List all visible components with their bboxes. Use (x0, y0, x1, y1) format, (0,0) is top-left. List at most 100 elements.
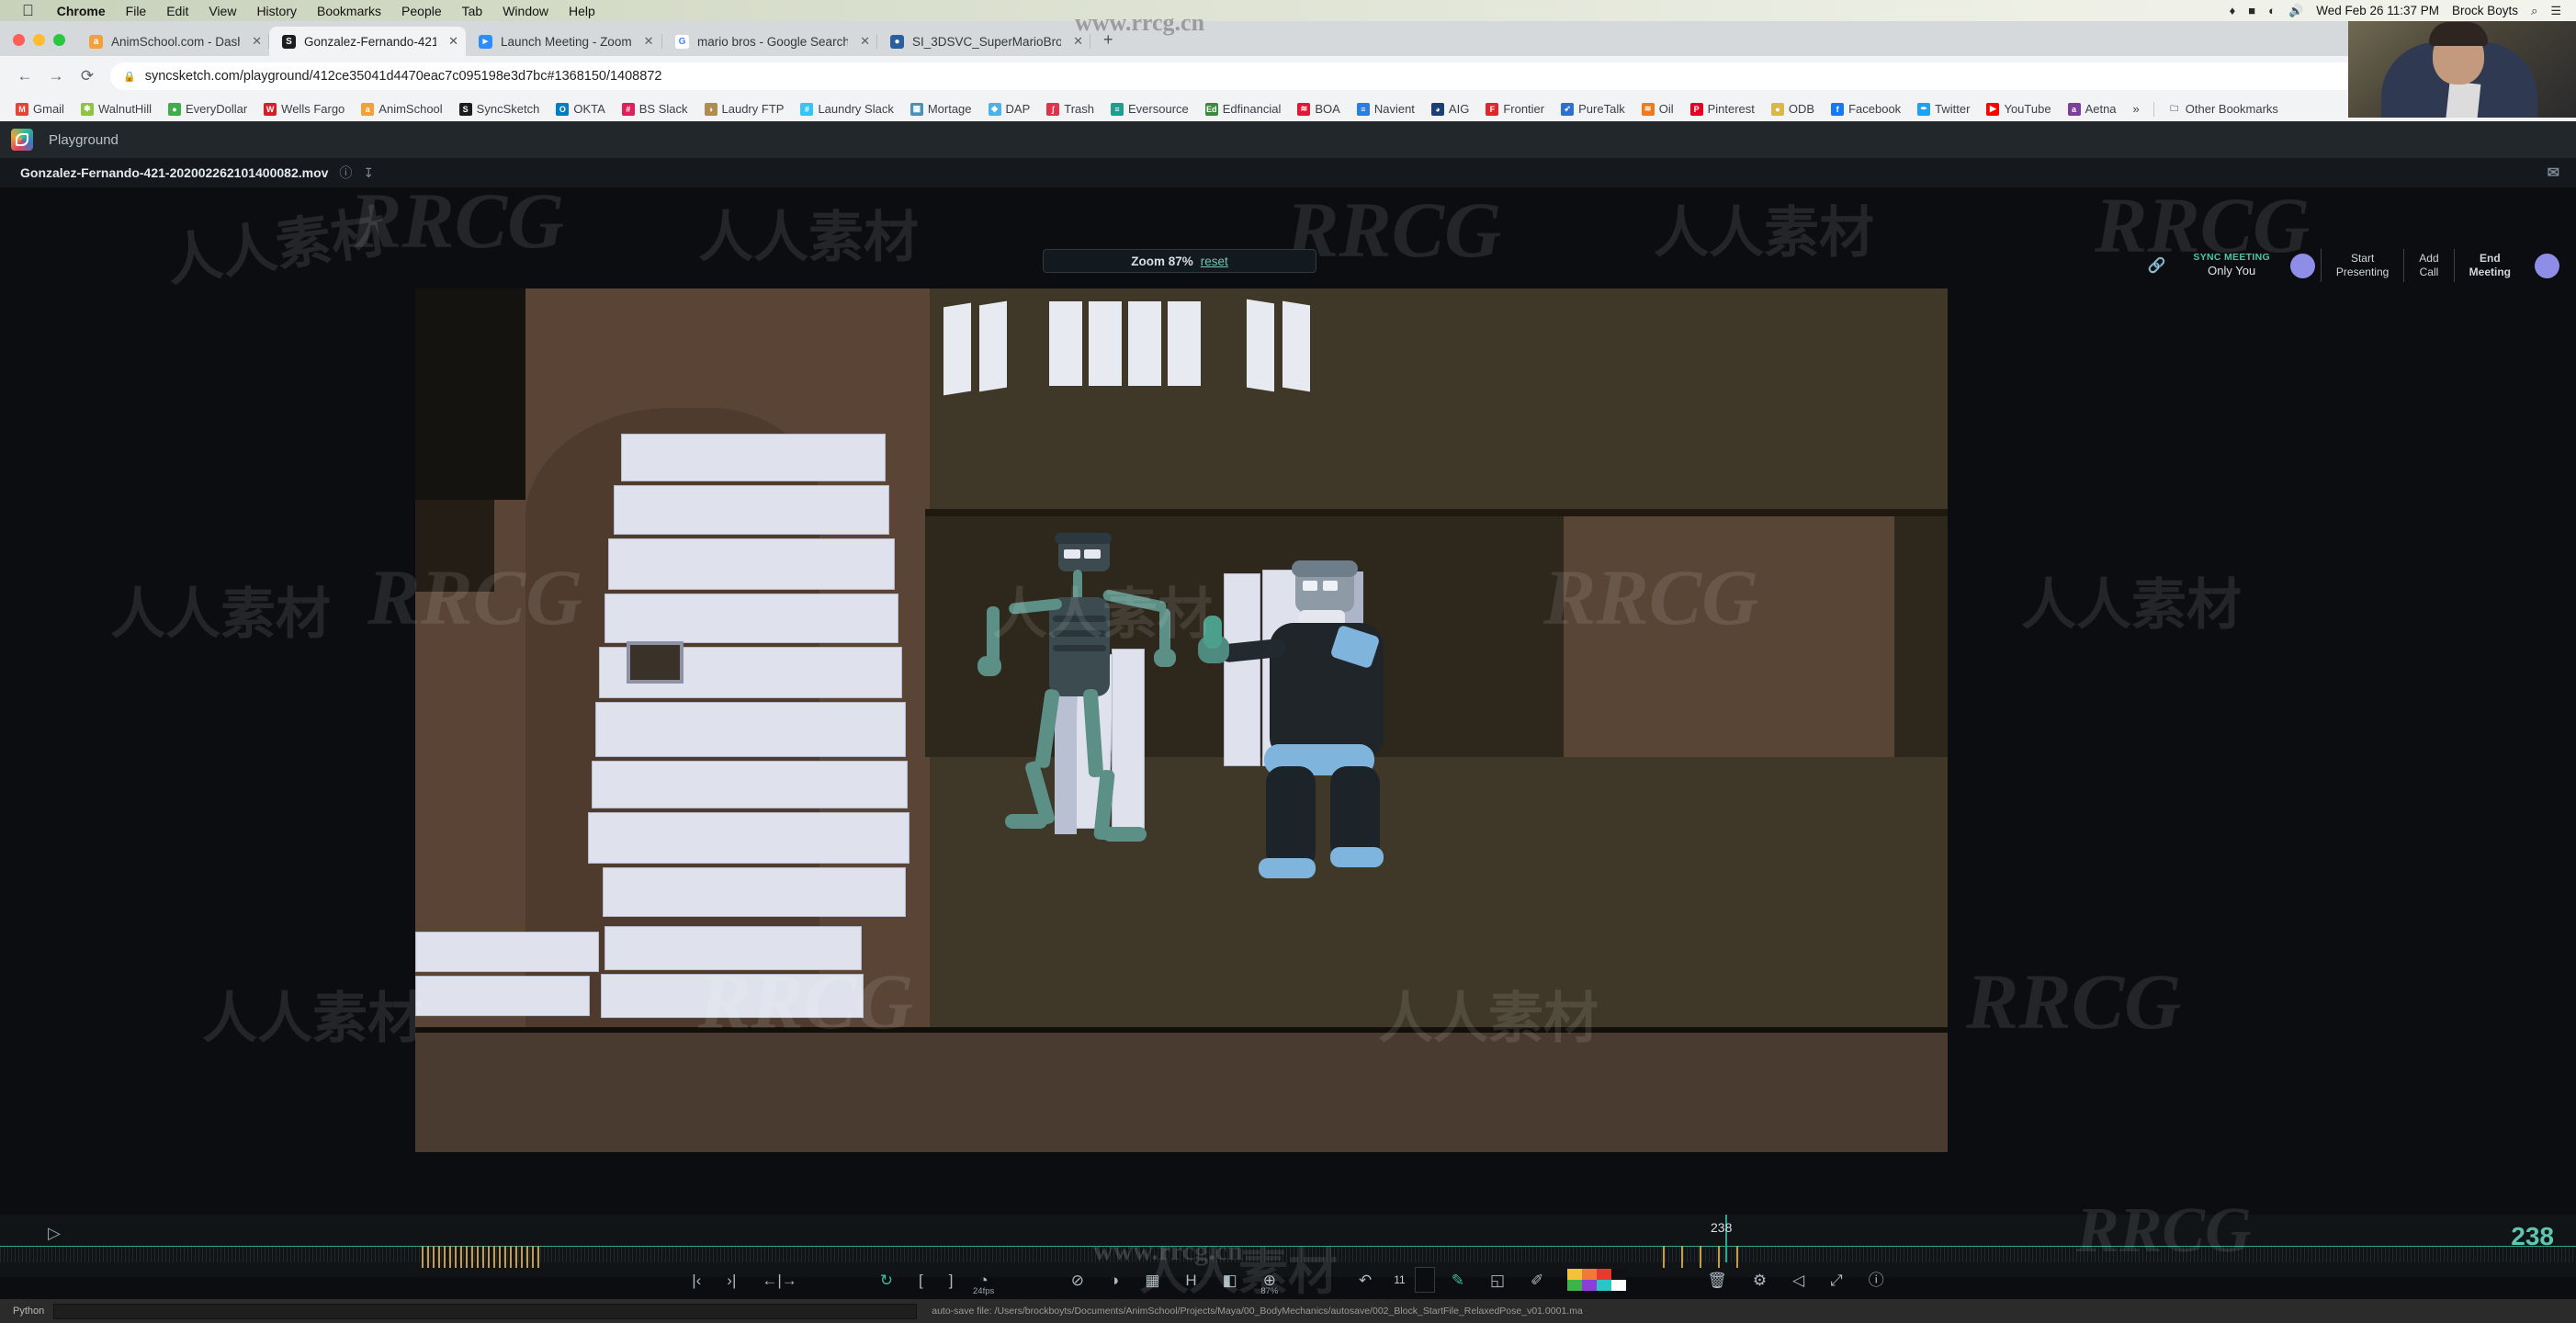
grid-overlay-button[interactable]: ▦ (1132, 1272, 1172, 1288)
end-meeting-button[interactable]: End Meeting (2453, 249, 2525, 282)
maya-command-input[interactable] (53, 1303, 918, 1319)
fit-range-button[interactable]: ←|→ (749, 1272, 809, 1288)
bookmark-everydollar[interactable]: ● EveryDollar (160, 102, 255, 116)
fullscreen-button[interactable]: ⤢ (1817, 1272, 1856, 1288)
bookmark-animschool[interactable]: a AnimSchool (353, 102, 450, 116)
download-icon[interactable]: ↧ (363, 165, 374, 181)
bookmark-laundry-slack[interactable]: # Laundry Slack (792, 102, 901, 116)
bookmark-gmail[interactable]: M Gmail (7, 102, 73, 116)
bookmark-laudry-ftp[interactable]: ◑ Laudry FTP (696, 102, 793, 116)
close-tab-icon[interactable]: ✕ (448, 34, 458, 49)
tab-animschool-dashboard[interactable]: a AnimSchool.com - Dashboard ✕ (76, 27, 269, 56)
close-tab-icon[interactable]: ✕ (1073, 34, 1083, 49)
user-avatar[interactable] (2535, 253, 2559, 278)
bookmark-eversource[interactable]: ≡ Eversource (1102, 102, 1197, 116)
go-to-end-button[interactable]: ›| (714, 1272, 749, 1288)
bookmark-wells-fargo[interactable]: W Wells Fargo (255, 102, 353, 116)
maximize-window-button[interactable] (53, 34, 65, 46)
info-icon[interactable]: ⓘ (339, 164, 352, 182)
zoom-reset-link[interactable]: reset (1201, 254, 1228, 268)
bookmark-walnuthill[interactable]: ✱ WalnutHill (73, 102, 160, 116)
add-call-button[interactable]: Add Call (2403, 249, 2453, 282)
go-to-start-button[interactable]: |‹ (679, 1272, 714, 1288)
menu-history[interactable]: History (246, 4, 307, 18)
forward-button[interactable]: → (40, 61, 72, 92)
bookmark-edfinancial[interactable]: Ed Edfinancial (1197, 102, 1290, 116)
menu-window[interactable]: Window (492, 4, 559, 18)
bookmark-trash[interactable]: ʃ Trash (1038, 102, 1102, 116)
color-swatch[interactable] (1567, 1269, 1583, 1280)
bookmark-twitter[interactable]: ✒ Twitter (1909, 102, 1978, 116)
bookmark-okta[interactable]: O OKTA (548, 102, 613, 116)
pen-tool[interactable]: ✎ (1439, 1272, 1477, 1288)
color-swatch[interactable] (1582, 1269, 1598, 1280)
syncsketch-logo-icon[interactable] (11, 129, 33, 151)
participant-avatar[interactable] (2289, 253, 2315, 278)
workspace-name[interactable]: Playground (49, 132, 119, 148)
color-swatch[interactable] (1597, 1280, 1612, 1291)
control-center-icon[interactable]: ☰ (2550, 4, 2561, 18)
close-tab-icon[interactable]: ✕ (644, 34, 654, 49)
play-icon[interactable]: ▷ (48, 1224, 61, 1243)
flip-button[interactable]: ◧ (1210, 1272, 1250, 1288)
hide-annotations-button[interactable]: ⊘ (1058, 1272, 1097, 1288)
new-tab-button[interactable]: + (1090, 30, 1126, 56)
color-swatch[interactable] (1582, 1280, 1598, 1291)
color-swatch[interactable] (1611, 1280, 1627, 1291)
wifi-icon[interactable]: ◐ (2268, 4, 2276, 17)
range-in-button[interactable]: [ (906, 1272, 936, 1288)
zoom-level-button[interactable]: ⊕ 87% (1250, 1272, 1289, 1296)
menu-edit[interactable]: Edit (156, 4, 198, 18)
address-bar[interactable]: 🔒 syncsketch.com/playground/412ce35041d4… (110, 62, 2390, 90)
menu-bookmarks[interactable]: Bookmarks (307, 4, 391, 18)
bookmark-pinterest[interactable]: P Pinterest (1682, 102, 1763, 116)
back-button[interactable]: ← (9, 61, 40, 92)
volume-icon[interactable]: 🔊 (2288, 4, 2303, 18)
webcam-video[interactable] (2348, 21, 2576, 118)
tab-launch-meeting-zoom[interactable]: ► Launch Meeting - Zoom ✕ (466, 27, 662, 56)
bookmark-bs-slack[interactable]: # BS Slack (614, 102, 696, 116)
bookmark-aig[interactable]: ◕ AIG (1423, 102, 1477, 116)
eraser-tool[interactable]: ◱ (1477, 1272, 1518, 1288)
menu-file[interactable]: File (116, 4, 157, 18)
menu-tab[interactable]: Tab (452, 4, 493, 18)
reload-button[interactable]: ⟳ (72, 61, 103, 92)
framerate-button[interactable]: ◔ 24fps (966, 1272, 1001, 1296)
maya-language-label[interactable]: Python (0, 1306, 53, 1317)
bookmark-frontier[interactable]: F Frontier (1477, 102, 1553, 116)
start-presenting-button[interactable]: Start Presenting (2320, 249, 2403, 282)
bookmarks-overflow-button[interactable]: » (2125, 102, 2148, 116)
bookmark-facebook[interactable]: f Facebook (1823, 102, 1909, 116)
apple-icon[interactable]:  (22, 3, 34, 18)
menu-view[interactable]: View (198, 4, 246, 18)
tab-mario-bros-google-search[interactable]: G mario bros - Google Search ✕ (662, 27, 877, 56)
color-swatch[interactable] (1611, 1269, 1627, 1280)
bookmark-odb[interactable]: ● ODB (1763, 102, 1823, 116)
color-swatch[interactable] (1567, 1280, 1583, 1291)
bookmark-mortage[interactable]: ▦ Mortage (902, 102, 980, 116)
bookmark-aetna[interactable]: a Aetna (2060, 102, 2125, 116)
bookmark-oil[interactable]: ≋ Oil (1633, 102, 1682, 116)
battery-icon[interactable]: ■ (2248, 4, 2255, 17)
guides-button[interactable]: H (1172, 1272, 1209, 1288)
menu-help[interactable]: Help (559, 4, 605, 18)
volume-button[interactable]: ◁ (1779, 1272, 1817, 1288)
menu-user[interactable]: Brock Boyts (2452, 4, 2518, 17)
close-window-button[interactable] (13, 34, 25, 46)
undo-button[interactable]: ↶ (1346, 1272, 1384, 1288)
settings-button[interactable]: ⚙ (1740, 1272, 1779, 1288)
eyedropper-tool[interactable]: ✐ (1518, 1272, 1556, 1288)
current-color-swatch[interactable] (1414, 1267, 1435, 1293)
close-tab-icon[interactable]: ✕ (860, 34, 870, 49)
onion-skin-button[interactable]: ◑ (1097, 1272, 1132, 1288)
window-traffic-lights[interactable] (0, 34, 76, 56)
feedback-icon[interactable]: ✉ (2548, 164, 2576, 182)
bookmark-boa[interactable]: ≋ BOA (1289, 102, 1348, 116)
loop-button[interactable]: ↻ (867, 1272, 906, 1288)
bookmark-navient[interactable]: ≡ Navient (1349, 102, 1423, 116)
bookmark-youtube[interactable]: ▶ YouTube (1978, 102, 2059, 116)
color-swatches[interactable] (1567, 1269, 1627, 1291)
close-tab-icon[interactable]: ✕ (252, 34, 262, 49)
other-bookmarks-folder[interactable]: 🗀 Other Bookmarks (2160, 102, 2287, 116)
menu-chrome[interactable]: Chrome (47, 4, 116, 18)
